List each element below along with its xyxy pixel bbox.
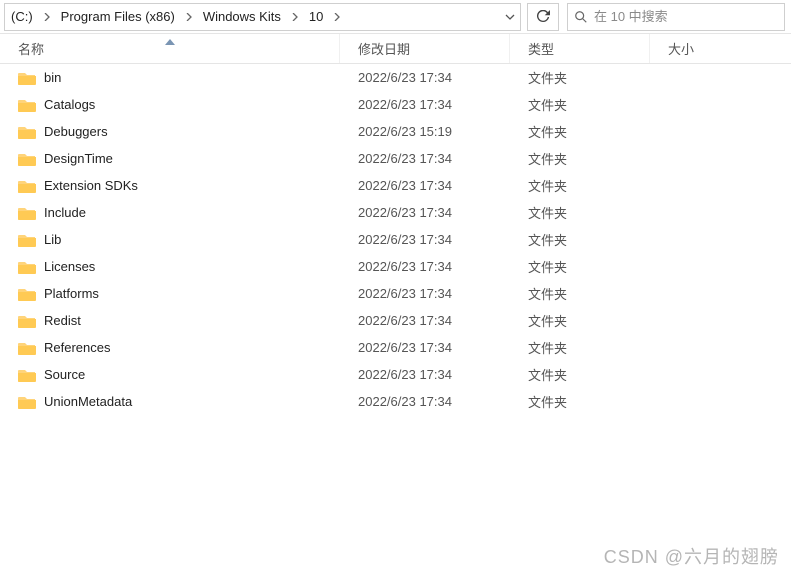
file-name: Source bbox=[44, 367, 85, 382]
file-date: 2022/6/23 15:19 bbox=[340, 124, 510, 139]
list-item[interactable]: DesignTime 2022/6/23 17:34 文件夹 bbox=[0, 145, 791, 172]
file-name: Redist bbox=[44, 313, 81, 328]
file-date: 2022/6/23 17:34 bbox=[340, 313, 510, 328]
sort-ascending-icon bbox=[165, 33, 175, 48]
list-item[interactable]: Platforms 2022/6/23 17:34 文件夹 bbox=[0, 280, 791, 307]
search-input[interactable] bbox=[594, 4, 784, 30]
file-name: Extension SDKs bbox=[44, 178, 138, 193]
file-date: 2022/6/23 17:34 bbox=[340, 367, 510, 382]
column-header-type-label: 类型 bbox=[528, 39, 554, 58]
chevron-right-icon[interactable] bbox=[287, 4, 303, 30]
file-name: UnionMetadata bbox=[44, 394, 132, 409]
list-item[interactable]: Lib 2022/6/23 17:34 文件夹 bbox=[0, 226, 791, 253]
list-item[interactable]: UnionMetadata 2022/6/23 17:34 文件夹 bbox=[0, 388, 791, 415]
list-item[interactable]: Source 2022/6/23 17:34 文件夹 bbox=[0, 361, 791, 388]
file-type: 文件夹 bbox=[510, 95, 650, 114]
folder-icon bbox=[18, 395, 36, 409]
file-type: 文件夹 bbox=[510, 122, 650, 141]
breadcrumb[interactable]: (C:) Program Files (x86) Windows Kits 10 bbox=[4, 3, 521, 31]
list-item[interactable]: Redist 2022/6/23 17:34 文件夹 bbox=[0, 307, 791, 334]
folder-icon bbox=[18, 125, 36, 139]
column-header-size[interactable]: 大小 bbox=[650, 34, 791, 63]
file-type: 文件夹 bbox=[510, 68, 650, 87]
refresh-button[interactable] bbox=[527, 3, 559, 31]
list-item[interactable]: Debuggers 2022/6/23 15:19 文件夹 bbox=[0, 118, 791, 145]
file-date: 2022/6/23 17:34 bbox=[340, 205, 510, 220]
file-date: 2022/6/23 17:34 bbox=[340, 340, 510, 355]
file-type: 文件夹 bbox=[510, 257, 650, 276]
file-type: 文件夹 bbox=[510, 203, 650, 222]
column-header-name-label: 名称 bbox=[18, 39, 44, 58]
file-type: 文件夹 bbox=[510, 149, 650, 168]
file-type: 文件夹 bbox=[510, 311, 650, 330]
chevron-right-icon[interactable] bbox=[329, 4, 345, 30]
file-date: 2022/6/23 17:34 bbox=[340, 178, 510, 193]
file-type: 文件夹 bbox=[510, 176, 650, 195]
list-item[interactable]: Licenses 2022/6/23 17:34 文件夹 bbox=[0, 253, 791, 280]
file-date: 2022/6/23 17:34 bbox=[340, 70, 510, 85]
folder-icon bbox=[18, 152, 36, 166]
file-name: Platforms bbox=[44, 286, 99, 301]
file-name: Licenses bbox=[44, 259, 95, 274]
folder-icon bbox=[18, 341, 36, 355]
breadcrumb-root[interactable]: (C:) bbox=[5, 4, 39, 30]
folder-icon bbox=[18, 71, 36, 85]
file-type: 文件夹 bbox=[510, 230, 650, 249]
column-header-name[interactable]: 名称 bbox=[0, 34, 340, 63]
file-type: 文件夹 bbox=[510, 365, 650, 384]
file-date: 2022/6/23 17:34 bbox=[340, 394, 510, 409]
column-header-row: 名称 修改日期 类型 大小 bbox=[0, 34, 791, 64]
breadcrumb-seg-program-files[interactable]: Program Files (x86) bbox=[55, 4, 181, 30]
file-name: bin bbox=[44, 70, 61, 85]
file-name: Debuggers bbox=[44, 124, 108, 139]
file-date: 2022/6/23 17:34 bbox=[340, 151, 510, 166]
chevron-down-icon bbox=[505, 12, 515, 22]
file-date: 2022/6/23 17:34 bbox=[340, 259, 510, 274]
address-bar: (C:) Program Files (x86) Windows Kits 10 bbox=[0, 0, 791, 34]
folder-icon bbox=[18, 179, 36, 193]
breadcrumb-seg-windows-kits[interactable]: Windows Kits bbox=[197, 4, 287, 30]
column-header-date-label: 修改日期 bbox=[358, 39, 410, 58]
file-name: References bbox=[44, 340, 110, 355]
file-name: Lib bbox=[44, 232, 61, 247]
list-item[interactable]: References 2022/6/23 17:34 文件夹 bbox=[0, 334, 791, 361]
refresh-icon bbox=[536, 10, 550, 24]
column-header-type[interactable]: 类型 bbox=[510, 34, 650, 63]
file-date: 2022/6/23 17:34 bbox=[340, 97, 510, 112]
folder-icon bbox=[18, 233, 36, 247]
folder-icon bbox=[18, 314, 36, 328]
search-icon bbox=[568, 10, 594, 24]
folder-icon bbox=[18, 368, 36, 382]
list-item[interactable]: Include 2022/6/23 17:34 文件夹 bbox=[0, 199, 791, 226]
folder-icon bbox=[18, 98, 36, 112]
list-item[interactable]: Catalogs 2022/6/23 17:34 文件夹 bbox=[0, 91, 791, 118]
folder-icon bbox=[18, 287, 36, 301]
file-date: 2022/6/23 17:34 bbox=[340, 232, 510, 247]
file-list[interactable]: bin 2022/6/23 17:34 文件夹 Catalogs 2022/6/… bbox=[0, 64, 791, 579]
file-date: 2022/6/23 17:34 bbox=[340, 286, 510, 301]
list-item[interactable]: bin 2022/6/23 17:34 文件夹 bbox=[0, 64, 791, 91]
file-type: 文件夹 bbox=[510, 338, 650, 357]
file-name: Catalogs bbox=[44, 97, 95, 112]
chevron-right-icon[interactable] bbox=[39, 4, 55, 30]
folder-icon bbox=[18, 260, 36, 274]
file-name: Include bbox=[44, 205, 86, 220]
breadcrumb-seg-10[interactable]: 10 bbox=[303, 4, 329, 30]
column-header-date[interactable]: 修改日期 bbox=[340, 34, 510, 63]
chevron-right-icon[interactable] bbox=[181, 4, 197, 30]
path-history-dropdown[interactable] bbox=[498, 4, 520, 30]
column-header-size-label: 大小 bbox=[668, 39, 694, 58]
list-item[interactable]: Extension SDKs 2022/6/23 17:34 文件夹 bbox=[0, 172, 791, 199]
file-name: DesignTime bbox=[44, 151, 113, 166]
folder-icon bbox=[18, 206, 36, 220]
file-type: 文件夹 bbox=[510, 392, 650, 411]
file-type: 文件夹 bbox=[510, 284, 650, 303]
search-box[interactable] bbox=[567, 3, 785, 31]
